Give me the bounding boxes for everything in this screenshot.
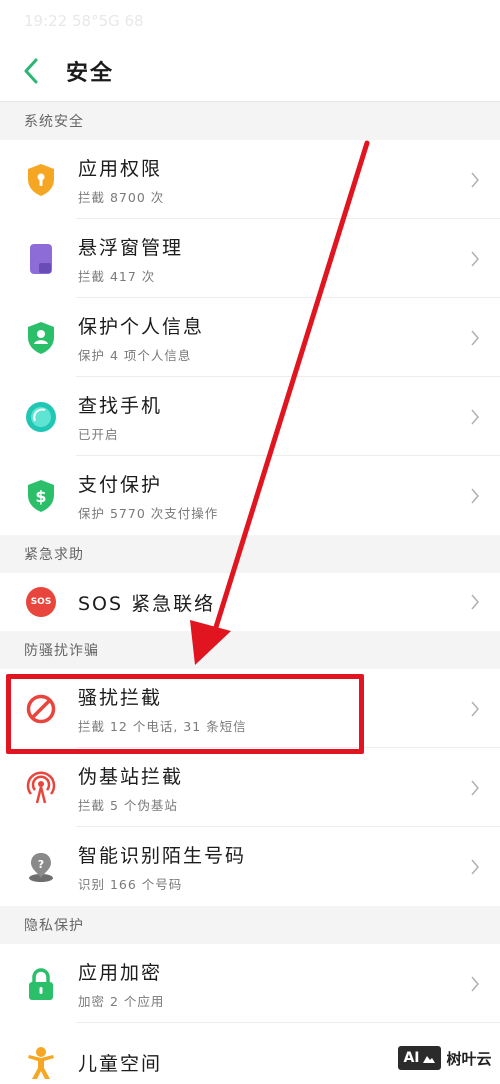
list-item-find-phone[interactable]: 查找手机 已开启 — [0, 377, 500, 456]
chevron-right-icon — [471, 701, 479, 716]
list-item-sos[interactable]: SOS SOS 紧急联络 — [0, 573, 500, 631]
list-item-app-encryption[interactable]: 应用加密 加密 2 个应用 — [0, 944, 500, 1023]
item-subtitle: 保护 4 项个人信息 — [78, 347, 192, 363]
section-header-privacy: 隐私保护 — [0, 906, 500, 944]
sos-icon: SOS — [24, 585, 58, 619]
item-title: 支付保护 — [78, 473, 163, 496]
floating-window-icon — [24, 242, 58, 276]
item-subtitle: 拦截 12 个电话, 31 条短信 — [78, 718, 247, 734]
watermark-badge: AI — [403, 1050, 420, 1066]
item-title: 查找手机 — [78, 394, 163, 417]
page-title: 安全 — [66, 60, 115, 86]
section-header-emergency: 紧急求助 — [0, 535, 500, 573]
list-item-floating-window[interactable]: 悬浮窗管理 拦截 417 次 — [0, 219, 500, 298]
lock-icon — [24, 967, 58, 1001]
item-title: 智能识别陌生号码 — [78, 844, 247, 867]
chevron-right-icon — [471, 780, 479, 795]
chevron-right-icon — [471, 976, 479, 991]
chevron-right-icon — [471, 251, 479, 266]
chevron-right-icon — [471, 859, 479, 874]
find-phone-icon — [24, 400, 58, 434]
svg-text:$: $ — [35, 487, 46, 506]
shield-user-icon — [24, 321, 58, 355]
header: 安全 — [0, 40, 500, 102]
item-subtitle: 保护 5770 次支付操作 — [78, 505, 219, 521]
svg-text:?: ? — [38, 858, 44, 871]
item-subtitle: 加密 2 个应用 — [78, 993, 165, 1009]
chevron-right-icon — [471, 409, 479, 424]
item-title: SOS 紧急联络 — [78, 592, 216, 615]
item-subtitle: 已开启 — [78, 426, 119, 442]
item-title: 伪基站拦截 — [78, 765, 184, 788]
back-arrow-icon[interactable] — [18, 56, 44, 86]
status-bar: 19:22 58°5G 68 — [24, 12, 144, 30]
item-title: 应用加密 — [78, 961, 163, 984]
signal-tower-icon — [24, 770, 58, 805]
list-item-harassment-block[interactable]: 骚扰拦截 拦截 12 个电话, 31 条短信 — [0, 669, 500, 748]
list-item-personal-info[interactable]: 保护个人信息 保护 4 项个人信息 — [0, 298, 500, 377]
item-title: 应用权限 — [78, 157, 163, 180]
section-header-system: 系统安全 — [0, 102, 500, 140]
item-title: 骚扰拦截 — [78, 686, 163, 709]
item-title: 保护个人信息 — [78, 315, 205, 338]
chevron-right-icon — [471, 594, 479, 610]
chevron-right-icon — [471, 330, 479, 345]
item-subtitle: 拦截 417 次 — [78, 268, 156, 284]
item-subtitle: 拦截 5 个伪基站 — [78, 797, 178, 813]
shield-keyhole-icon — [24, 163, 58, 197]
shield-dollar-icon: $ — [24, 479, 58, 513]
sos-icon-label: SOS — [30, 597, 52, 607]
list-item-fake-base-station[interactable]: 伪基站拦截 拦截 5 个伪基站 — [0, 748, 500, 827]
watermark-text: 树叶云 — [446, 1049, 492, 1068]
block-icon — [24, 692, 58, 726]
unknown-caller-icon: ? — [24, 850, 58, 884]
item-title: 儿童空间 — [78, 1053, 163, 1075]
item-title: 悬浮窗管理 — [78, 236, 184, 259]
watermark: AI 树叶云 — [390, 1040, 500, 1076]
list-item-app-permissions[interactable]: 应用权限 拦截 8700 次 — [0, 140, 500, 219]
item-subtitle: 识别 166 个号码 — [78, 876, 183, 892]
watermark-logo: AI — [398, 1046, 441, 1070]
list-item-identify-numbers[interactable]: ? 智能识别陌生号码 识别 166 个号码 — [0, 827, 500, 906]
chevron-right-icon — [471, 488, 479, 503]
item-subtitle: 拦截 8700 次 — [78, 189, 165, 205]
section-header-anti-fraud: 防骚扰诈骗 — [0, 631, 500, 669]
child-icon — [24, 1046, 58, 1080]
chevron-right-icon — [471, 172, 479, 187]
list-item-payment-protection[interactable]: $ 支付保护 保护 5770 次支付操作 — [0, 456, 500, 535]
